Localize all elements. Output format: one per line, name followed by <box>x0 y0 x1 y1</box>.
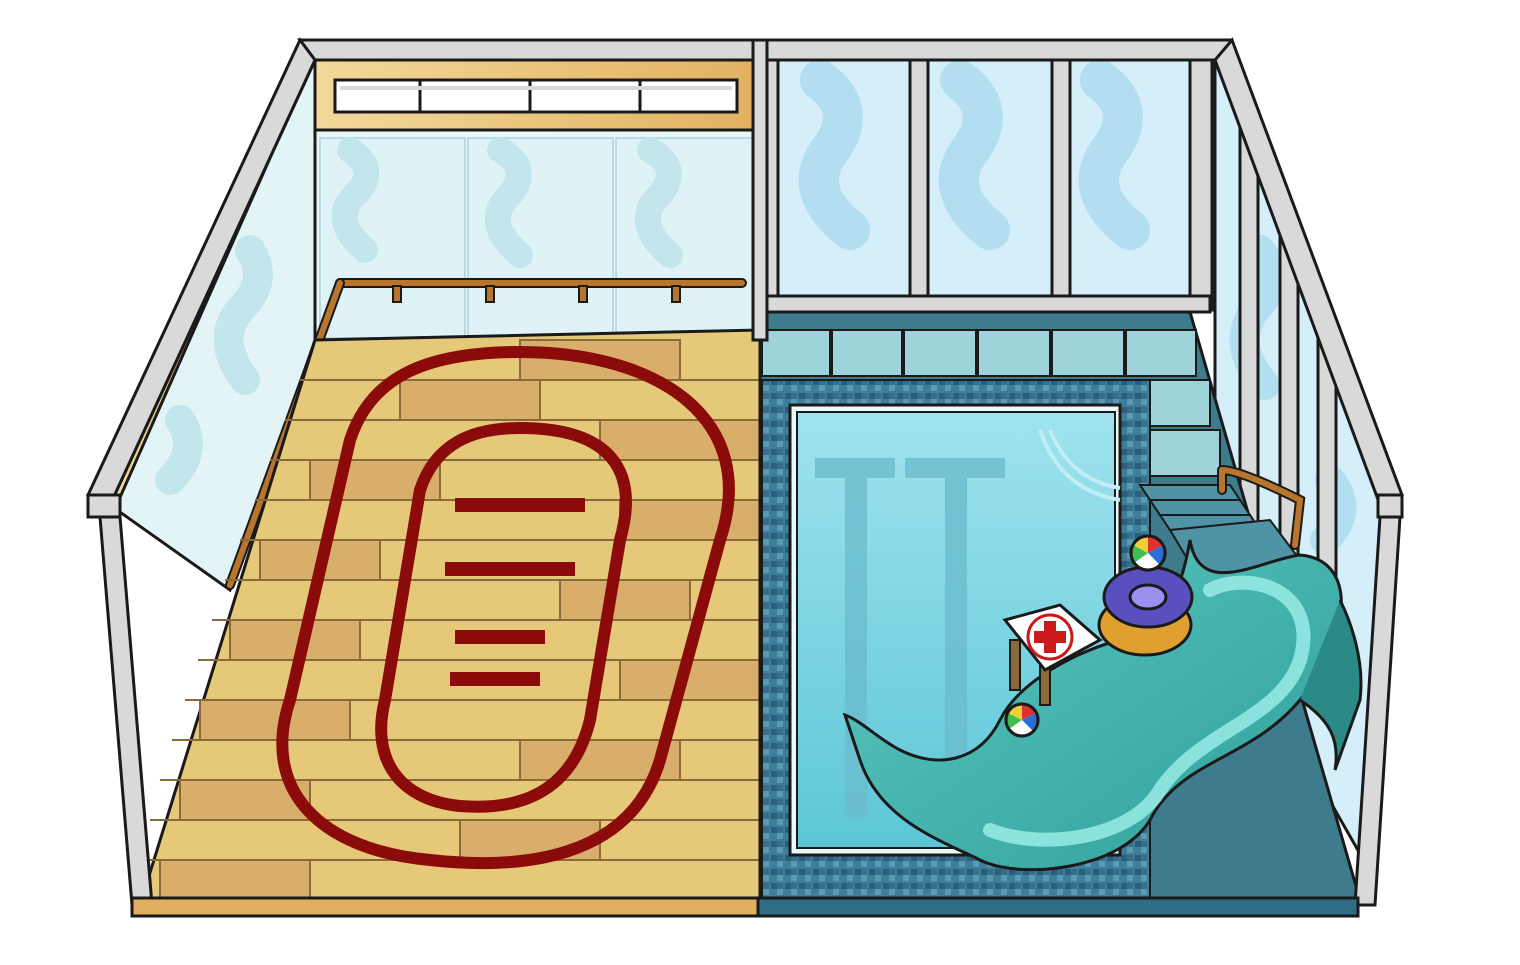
pool-back-wall <box>758 58 1222 314</box>
beach-ball-small-icon <box>1004 702 1040 738</box>
gym-back-wall <box>313 58 762 342</box>
room-base <box>130 896 1360 918</box>
swim-ring-icon <box>1097 565 1194 657</box>
room-illustration <box>86 37 1404 918</box>
clerestory-window <box>333 78 739 114</box>
beach-ball-icon <box>1129 534 1167 572</box>
room-scene <box>0 0 1520 960</box>
first-aid-cross-icon <box>1026 613 1074 661</box>
